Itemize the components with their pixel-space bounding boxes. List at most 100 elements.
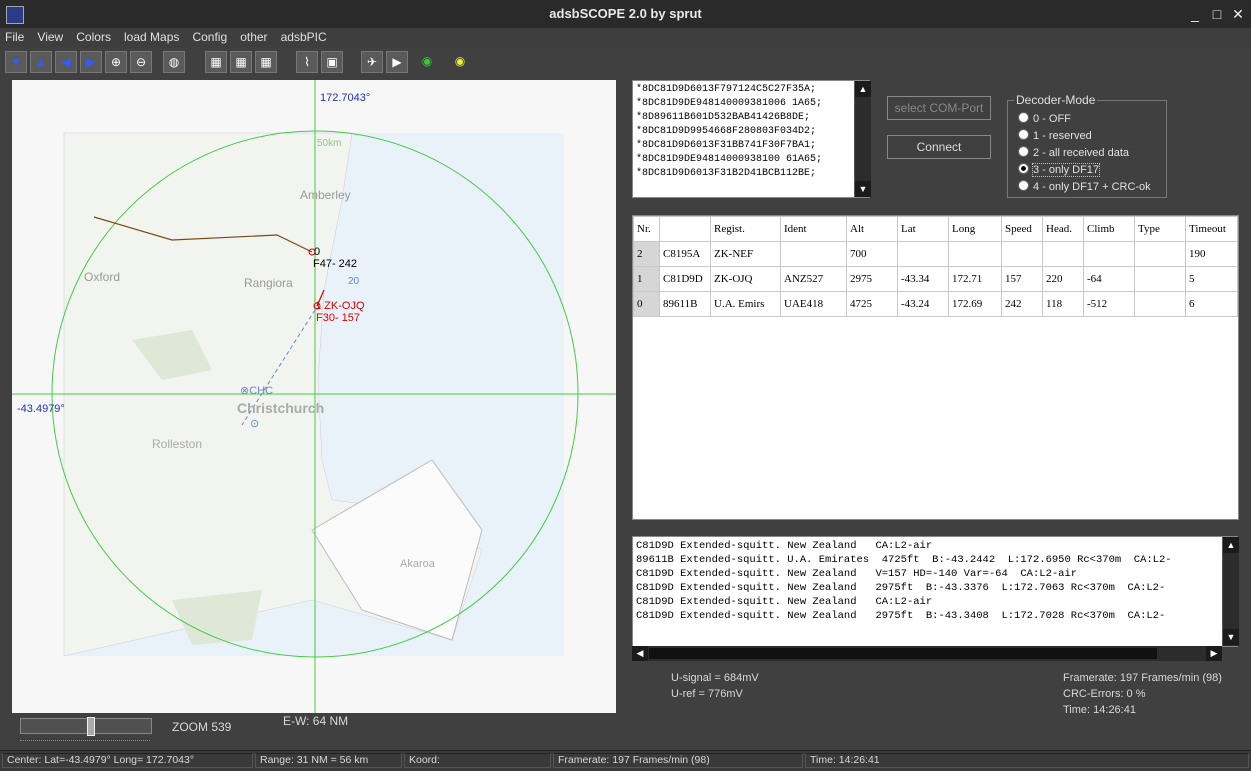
message-log[interactable]: C81D9D Extended-squitt. New Zealand CA:L…	[632, 536, 1238, 647]
minimize-icon[interactable]: _	[1187, 6, 1203, 22]
col-header-lat[interactable]: Lat	[897, 216, 949, 242]
radio-dot[interactable]	[1018, 112, 1029, 123]
col-header-alt[interactable]: Alt	[846, 216, 898, 242]
cell-aa: C81D9D	[659, 266, 711, 292]
col-header-long[interactable]: Long	[948, 216, 1002, 242]
decoder-option-1[interactable]: 1 - reserved	[1018, 129, 1092, 142]
table-row[interactable]: 1 C81D9D ZK-OJQ ANZ527 2975 -43.34 172.7…	[633, 266, 1238, 292]
menu-file[interactable]: File	[0, 28, 29, 46]
place-amberley: Amberley	[300, 188, 351, 202]
raw-log-line: *8DC81D9D6013F31BB741F30F7BA1;	[636, 140, 817, 151]
decoder-option-4[interactable]: 4 - only DF17 + CRC-ok	[1018, 180, 1151, 193]
menu-view[interactable]: View	[32, 28, 68, 46]
radio-dot[interactable]	[1018, 129, 1029, 140]
cell-regist: ZK-OJQ	[710, 266, 781, 292]
chart-icon[interactable]: ⌇	[296, 51, 318, 73]
col-header-type[interactable]: Type	[1134, 216, 1186, 242]
play-icon[interactable]: ▶	[386, 51, 408, 73]
building-3-icon[interactable]: ▦	[255, 51, 277, 73]
pan-left-icon[interactable]: ◀	[55, 51, 77, 73]
raw-log-line: *8DC81D9DE948140009381006 1A65;	[636, 98, 823, 109]
globe-icon[interactable]: ◍	[163, 51, 185, 73]
plane-icon[interactable]: ✈	[361, 51, 383, 73]
message-log-line: C81D9D Extended-squitt. New Zealand CA:L…	[636, 596, 933, 608]
col-header-aa[interactable]: AA	[659, 216, 711, 242]
col-header-timeout[interactable]: Timeout	[1185, 216, 1238, 242]
decoder-mode-legend: Decoder-Mode	[1014, 93, 1098, 107]
col-header-speed[interactable]: Speed	[1001, 216, 1043, 242]
decoder-option-3[interactable]: 3 - only DF17	[1018, 163, 1101, 177]
scroll-up-icon[interactable]: ▲	[1223, 537, 1239, 553]
menu-colors[interactable]: Colors	[71, 28, 116, 46]
track-0-sub: F47- 242	[313, 258, 358, 270]
building-2-icon[interactable]: ▦	[230, 51, 252, 73]
track-1-sub: F30- 157	[316, 312, 361, 324]
decoder-mode-group: Decoder-Mode 0 - OFF 1 - reserved 2 - al…	[1007, 93, 1167, 198]
col-header-nr[interactable]: Nr.	[633, 216, 660, 242]
menu-other[interactable]: other	[235, 28, 272, 46]
table-row[interactable]: 2 C8195A ZK-NEF 700 190	[633, 241, 1238, 267]
decoder-option-0[interactable]: 0 - OFF	[1018, 112, 1071, 125]
place-oxford: Oxford	[84, 270, 121, 284]
scroll-right-icon[interactable]: ▶	[1206, 646, 1222, 661]
cell-lat: -43.34	[897, 266, 949, 292]
track-0-label[interactable]: 0	[314, 246, 320, 258]
building-1-icon[interactable]: ▦	[205, 51, 227, 73]
cell-nr: 2	[633, 241, 660, 267]
place-rolleston: Rolleston	[152, 437, 203, 451]
pan-down-icon[interactable]: ▼	[5, 51, 27, 73]
pan-right-icon[interactable]: ▶	[80, 51, 102, 73]
scroll-thumb[interactable]	[649, 648, 1157, 659]
status-time: Time: 14:26:41	[805, 753, 1249, 768]
zoom-in-icon[interactable]: ⊕	[105, 51, 127, 73]
cell-speed: 242	[1001, 291, 1043, 317]
title-bar: adsbSCOPE 2.0 by sprut _ □ ✕	[0, 0, 1251, 29]
cell-aa: C8195A	[659, 241, 711, 267]
pan-up-icon[interactable]: ▲	[30, 51, 52, 73]
aircraft-table[interactable]: Nr. AA Regist. Ident Alt Lat Long Speed …	[632, 215, 1239, 520]
green-led-icon[interactable]: ◉	[416, 51, 438, 73]
yellow-led-icon[interactable]: ◉	[449, 51, 471, 73]
zoom-out-icon[interactable]: ⊖	[130, 51, 152, 73]
raw-log-scrollbar[interactable]: ▲ ▼	[854, 81, 871, 197]
radio-dot[interactable]	[1018, 180, 1029, 191]
scroll-down-icon[interactable]: ▼	[1223, 629, 1239, 645]
message-log-vscroll[interactable]: ▲ ▼	[1222, 537, 1239, 646]
raw-log-line: *8DC81D9DE94814000938100 61A65;	[636, 154, 823, 165]
cell-long: 172.71	[948, 266, 1002, 292]
col-header-ident[interactable]: Ident	[780, 216, 847, 242]
message-log-line: C81D9D Extended-squitt. New Zealand 2975…	[636, 582, 1166, 594]
message-log-hscroll[interactable]: ◀ ▶	[632, 646, 1222, 661]
menu-config[interactable]: Config	[187, 28, 232, 46]
menu-load-maps[interactable]: load Maps	[119, 28, 184, 46]
radio-dot-selected[interactable]	[1018, 163, 1029, 174]
close-icon[interactable]: ✕	[1230, 6, 1246, 22]
map-canvas	[12, 80, 616, 713]
connect-button[interactable]: Connect	[887, 135, 991, 159]
decoder-option-2[interactable]: 2 - all received data	[1018, 146, 1129, 159]
track-1-label[interactable]: 1 ZK-OJQ	[315, 300, 365, 312]
radio-dot[interactable]	[1018, 146, 1029, 157]
crc-errors-label: CRC-Errors: 0 %	[1063, 688, 1146, 700]
maximize-icon[interactable]: □	[1209, 6, 1225, 22]
scroll-left-icon[interactable]: ◀	[632, 646, 648, 661]
status-bar: Center: Lat=-43.4979° Long= 172.7043° Ra…	[0, 750, 1251, 771]
table-row[interactable]: 0 89611B U.A. Emirs UAE418 4725 -43.24 1…	[633, 291, 1238, 317]
menu-adsbpic[interactable]: adsbPIC	[276, 28, 332, 46]
col-header-climb[interactable]: Climb	[1083, 216, 1135, 242]
select-com-port-button[interactable]: select COM-Port	[887, 96, 991, 120]
raw-frame-log[interactable]: *8DC81D9D6013F797124C5C27F35A; *8DC81D9D…	[632, 80, 870, 198]
col-header-head[interactable]: Head.	[1042, 216, 1084, 242]
scroll-up-icon[interactable]: ▲	[855, 81, 871, 97]
zoom-slider[interactable]	[20, 717, 152, 736]
monitor-icon[interactable]: ▣	[321, 51, 343, 73]
cell-alt: 2975	[846, 266, 898, 292]
zoom-slider-thumb[interactable]	[87, 717, 95, 736]
place-akaroa: Akaroa	[400, 558, 435, 570]
cell-timeout: 5	[1185, 266, 1238, 292]
scroll-down-icon[interactable]: ▼	[855, 181, 871, 197]
framerate-label: Framerate: 197 Frames/min (98)	[1063, 672, 1222, 684]
cell-alt: 4725	[846, 291, 898, 317]
col-header-regist[interactable]: Regist.	[710, 216, 781, 242]
radar-map[interactable]: 172.7043° -43.4979° 50km Amberley Oxford…	[12, 80, 616, 713]
